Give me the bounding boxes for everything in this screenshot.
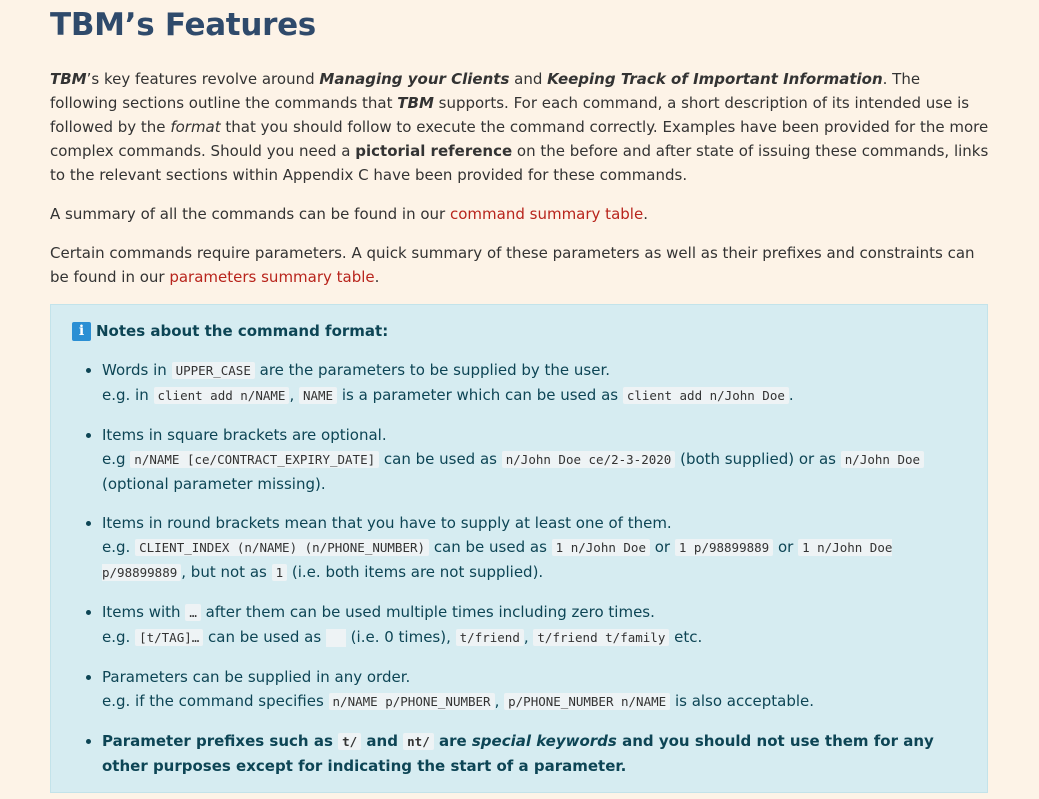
note-text: (i.e. 0 times), (345, 628, 456, 646)
notes-title-text: Notes about the command format: (96, 322, 389, 340)
note-text: are (433, 732, 472, 750)
code-snippet: CLIENT_INDEX (n/NAME) (n/PHONE_NUMBER) (135, 539, 430, 556)
info-icon: i (72, 321, 91, 341)
intro-text: ’s key features revolve around (86, 70, 320, 88)
parameters-summary-link[interactable]: parameters summary table (169, 268, 374, 286)
note-text: e.g. in (102, 386, 154, 404)
code-snippet: [t/TAG]… (135, 629, 204, 646)
intro-format: format (170, 118, 221, 136)
note-text: or (649, 538, 675, 556)
code-snippet: p/PHONE_NUMBER n/NAME (504, 693, 671, 710)
page: TBM’s Features TBM’s key features revolv… (0, 0, 990, 793)
code-snippet: t/friend t/family (533, 629, 670, 646)
note-text: is also acceptable. (670, 692, 815, 710)
intro-emphasis: Keeping Track of Important Information (547, 70, 883, 88)
list-item: Parameters can be supplied in any order.… (102, 665, 967, 714)
intro-pictorial: pictorial reference (355, 142, 513, 160)
code-snippet: t/friend (455, 629, 524, 646)
note-text: and (361, 732, 404, 750)
note-text: are the parameters to be supplied by the… (254, 361, 611, 379)
params-text: . (374, 268, 380, 286)
list-item: Items in square brackets are optional. e… (102, 423, 967, 496)
note-text: or (773, 538, 799, 556)
list-item: Parameter prefixes such as t/ and nt/ ar… (102, 729, 967, 778)
note-text: . (788, 386, 794, 404)
note-text: can be used as (203, 628, 326, 646)
note-text: is a parameter which can be used as (337, 386, 623, 404)
note-text: Parameter prefixes such as (102, 732, 339, 750)
note-text: Items with (102, 603, 186, 621)
summary-text: . (643, 205, 648, 223)
note-text: can be used as (379, 450, 502, 468)
note-text: e.g (102, 450, 131, 468)
notes-title: i Notes about the command format: (72, 319, 967, 343)
summary-paragraph: A summary of all the commands can be fou… (50, 202, 990, 226)
notes-box: i Notes about the command format: Words … (50, 304, 988, 793)
list-item: Items in round brackets mean that you ha… (102, 511, 967, 585)
code-snippet: n/NAME p/PHONE_NUMBER (328, 693, 495, 710)
intro-tbm: TBM (397, 94, 434, 112)
page-title: TBM’s Features (50, 7, 316, 43)
note-text: e.g. (102, 538, 136, 556)
code-snippet: nt/ (403, 733, 434, 750)
code-snippet: n/NAME [ce/CONTRACT_EXPIRY_DATE] (130, 451, 380, 468)
command-summary-link[interactable]: command summary table (450, 205, 643, 223)
intro-text: and (509, 70, 548, 88)
empty-code-snippet (325, 628, 346, 647)
code-snippet: … (185, 604, 201, 621)
code-snippet: 1 (271, 564, 288, 581)
note-text: (both supplied) or as (675, 450, 841, 468)
note-text: etc. (669, 628, 703, 646)
code-snippet: client add n/NAME (153, 387, 290, 404)
intro-tbm: TBM (50, 70, 87, 88)
code-snippet: client add n/John Doe (622, 387, 789, 404)
note-text: , (523, 628, 534, 646)
note-text: , but not as (181, 563, 272, 581)
note-text: , (494, 692, 505, 710)
intro-paragraph: TBM’s key features revolve around Managi… (50, 67, 990, 187)
note-text: (optional parameter missing). (102, 475, 326, 493)
note-text: Words in (102, 361, 172, 379)
note-text: e.g. if the command specifies (102, 692, 329, 710)
params-paragraph: Certain commands require parameters. A q… (50, 241, 990, 289)
note-text: , (289, 386, 299, 404)
summary-text: A summary of all the commands can be fou… (50, 205, 450, 223)
note-text: Parameters can be supplied in any order. (102, 668, 411, 686)
note-text: Items in round brackets mean that you ha… (102, 514, 672, 532)
code-snippet: UPPER_CASE (171, 362, 255, 379)
code-snippet: 1 p/98899889 (674, 539, 774, 556)
list-item: Items with … after them can be used mult… (102, 600, 967, 650)
note-emphasis: special keywords (471, 732, 617, 750)
note-text: after them can be used multiple times in… (200, 603, 655, 621)
intro-emphasis: Managing your Clients (319, 70, 510, 88)
code-snippet: n/John Doe (840, 451, 925, 468)
notes-list: Words in UPPER_CASE are the parameters t… (72, 358, 967, 778)
note-text: (i.e. both items are not supplied). (287, 563, 544, 581)
code-snippet: t/ (338, 733, 362, 750)
code-snippet: n/John Doe ce/2-3-2020 (501, 451, 676, 468)
note-text: e.g. (102, 628, 136, 646)
code-snippet: NAME (298, 387, 338, 404)
code-snippet: 1 n/John Doe (551, 539, 650, 556)
note-text: can be used as (429, 538, 552, 556)
list-item: Words in UPPER_CASE are the parameters t… (102, 358, 967, 408)
note-text: Items in square brackets are optional. (102, 426, 387, 444)
